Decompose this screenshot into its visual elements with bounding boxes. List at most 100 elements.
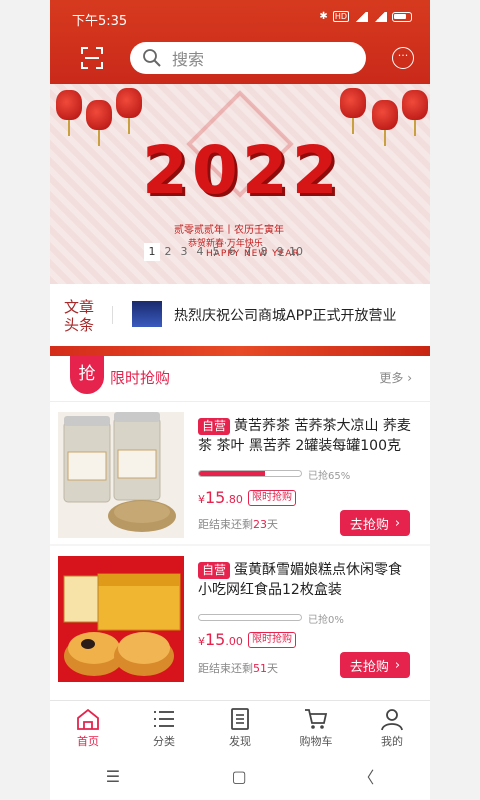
- banner-line1: 贰零贰贰年丨农历壬寅年: [174, 225, 284, 236]
- battery-icon: [392, 11, 412, 22]
- chevron-right-icon: ›: [394, 515, 401, 531]
- banner-page-8[interactable]: 8: [256, 243, 272, 261]
- profile-icon: [381, 709, 403, 731]
- sale-progress-bar: [198, 470, 302, 477]
- tab-cart-label: 购物车: [299, 735, 333, 748]
- news-divider: [112, 306, 113, 324]
- tea-jar-image: [58, 412, 184, 538]
- divider: [50, 401, 430, 402]
- tab-profile-label: 我的: [381, 735, 403, 748]
- banner-page-4[interactable]: 4: [192, 243, 208, 261]
- more-link[interactable]: 更多 ›: [379, 369, 412, 386]
- countdown-prefix: 距结束还剩: [198, 662, 253, 675]
- flash-price-tag: 限时抢购: [248, 490, 296, 506]
- product-image[interactable]: [58, 412, 184, 538]
- phone-screen: 下午5:35 ✱ HD 搜索 ··· 2022 贰零贰贰年丨农历壬寅年 恭贺新春…: [50, 0, 430, 800]
- buy-now-button[interactable]: 去抢购 ›: [340, 510, 410, 536]
- buy-now-button[interactable]: 去抢购 ›: [340, 652, 410, 678]
- banner-page-9[interactable]: 9: [272, 243, 288, 261]
- tab-home[interactable]: 首页: [50, 701, 126, 752]
- lantern-icon: [56, 90, 82, 136]
- chevron-right-icon: ›: [394, 657, 401, 673]
- price-integer: 15: [205, 630, 226, 649]
- more-button[interactable]: ···: [392, 47, 414, 69]
- banner-page-2[interactable]: 2: [160, 243, 176, 261]
- banner-page-3[interactable]: 3: [176, 243, 192, 261]
- news-thumbnail: [132, 301, 162, 327]
- top-header: 下午5:35 ✱ HD 搜索 ···: [50, 0, 430, 90]
- progress-label: 已抢65%: [308, 471, 351, 482]
- tab-discover-label: 发现: [229, 735, 251, 748]
- product-card[interactable]: 自营 黄苦荞茶 苦荞茶大凉山 荞麦茶 茶叶 黑苦荞 2罐装每罐100克 已抢65%…: [50, 404, 430, 544]
- system-home-icon[interactable]: ▢: [232, 767, 247, 786]
- tab-home-label: 首页: [77, 735, 99, 748]
- tab-category[interactable]: 分类: [126, 701, 202, 752]
- banner-page-7[interactable]: 7: [240, 243, 256, 261]
- product-title[interactable]: 自营 黄苦荞茶 苦荞茶大凉山 荞麦茶 茶叶 黑苦荞 2罐装每罐100克: [198, 416, 414, 456]
- progress-label: 已抢0%: [308, 615, 344, 626]
- buy-button-label: 去抢购: [349, 659, 389, 675]
- cart-icon: [305, 709, 328, 729]
- tab-profile[interactable]: 我的: [354, 701, 430, 752]
- banner-page-1[interactable]: 1: [144, 243, 160, 261]
- lantern-icon: [402, 90, 428, 136]
- home-icon: [77, 708, 99, 730]
- pastry-box-image: [58, 556, 184, 682]
- status-icons: ✱ HD: [319, 11, 412, 22]
- system-menu-icon[interactable]: ☰: [106, 767, 120, 786]
- product-price: ¥15.00: [198, 630, 243, 649]
- self-operated-tag: 自营: [198, 418, 231, 435]
- product-card[interactable]: 自营 蛋黄酥雪媚娘糕点休闲零食小吃网红食品12枚盒装 已抢0% ¥15.00 限时…: [50, 548, 430, 688]
- promo-banner[interactable]: 2022 贰零贰贰年丨农历壬寅年 恭贺新春·万年快乐 HAPPY NEW YEA…: [50, 84, 430, 284]
- price-integer: 15: [205, 488, 226, 507]
- system-back-icon[interactable]: 〈: [358, 764, 374, 788]
- countdown: 距结束还剩51天: [198, 660, 278, 676]
- currency-symbol: ¥: [198, 635, 205, 648]
- product-image[interactable]: [58, 556, 184, 682]
- price-decimal: .00: [225, 635, 243, 648]
- more-link-label: 更多: [379, 371, 404, 385]
- tab-discover[interactable]: 发现: [202, 701, 278, 752]
- lantern-icon: [86, 100, 112, 146]
- banner-page-6[interactable]: 6: [224, 243, 240, 261]
- self-operated-tag: 自营: [198, 562, 231, 579]
- bottom-tab-bar: 首页 分类 发现 购物车 我的: [50, 700, 430, 752]
- status-time: 下午5:35: [72, 14, 128, 29]
- 4g-signal-icon: [354, 11, 368, 22]
- category-icon: [154, 711, 174, 727]
- product-separator: [50, 544, 430, 546]
- countdown-unit: 天: [267, 662, 278, 675]
- product-title[interactable]: 自营 蛋黄酥雪媚娘糕点休闲零食小吃网红食品12枚盒装: [198, 560, 414, 600]
- system-navigation: ☰ ▢ 〈: [50, 752, 430, 800]
- countdown: 距结束还剩23天: [198, 516, 278, 532]
- countdown-days: 51: [253, 662, 267, 675]
- banner-pagination: 1 2 3 4 5 6 7 8 9 10: [144, 243, 304, 261]
- flash-sale-header: 抢 限时抢购 更多 ›: [50, 356, 430, 402]
- discover-icon: [231, 708, 249, 730]
- status-bar: 下午5:35 ✱ HD: [50, 8, 430, 29]
- banner-year: 2022: [142, 132, 342, 209]
- buy-button-label: 去抢购: [349, 517, 389, 533]
- scan-icon: [81, 47, 103, 69]
- progress-fill: [199, 471, 266, 476]
- flash-price-tag: 限时抢购: [248, 632, 296, 648]
- lantern-icon: [116, 88, 142, 134]
- flash-sale-badge: 抢: [70, 356, 104, 394]
- lantern-icon: [372, 100, 398, 146]
- search-input[interactable]: 搜索: [130, 42, 366, 74]
- news-headline[interactable]: 热烈庆祝公司商城APP正式开放营业: [174, 305, 396, 325]
- news-ticker[interactable]: 文章头条 热烈庆祝公司商城APP正式开放营业: [50, 284, 430, 344]
- banner-page-5[interactable]: 5: [208, 243, 224, 261]
- search-placeholder: 搜索: [172, 50, 205, 69]
- banner-page-10[interactable]: 10: [288, 243, 304, 261]
- countdown-days: 23: [253, 518, 267, 531]
- bluetooth-icon: ✱: [319, 11, 328, 22]
- tab-category-label: 分类: [153, 735, 175, 748]
- countdown-unit: 天: [267, 518, 278, 531]
- decor-strip: [50, 346, 430, 356]
- product-price: ¥15.80: [198, 488, 243, 507]
- scan-button[interactable]: [80, 46, 104, 70]
- chevron-right-icon: ›: [407, 371, 412, 385]
- price-decimal: .80: [225, 493, 243, 506]
- tab-cart[interactable]: 购物车: [278, 701, 354, 752]
